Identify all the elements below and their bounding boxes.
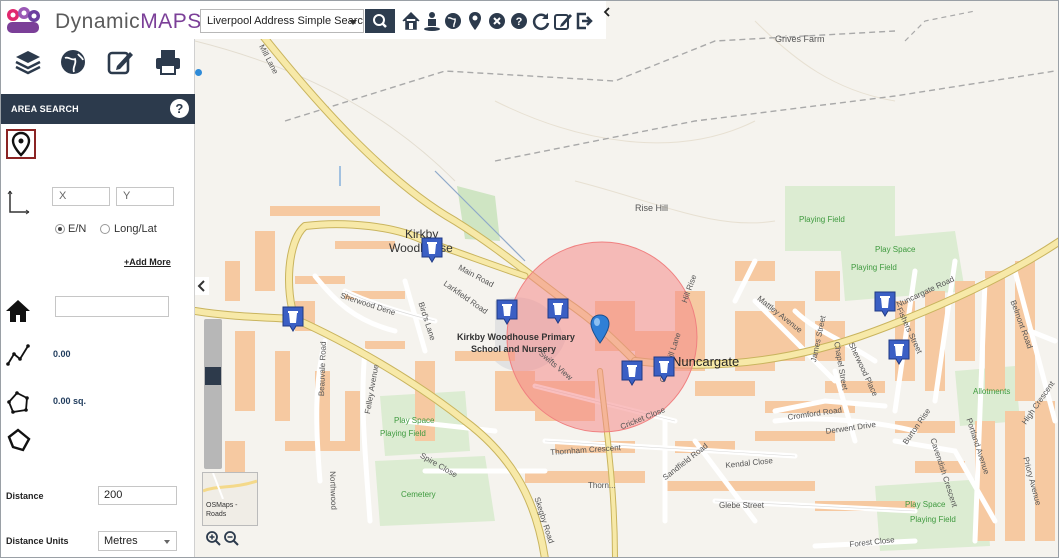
app-title: DynamicMAPS [55, 10, 202, 34]
add-more-link[interactable]: +Add More [124, 257, 171, 267]
zoom-in-icon[interactable] [206, 531, 221, 546]
zoom-slider-thumb[interactable] [205, 367, 221, 385]
top-toolbar: DynamicMAPS Liverpool Address Simple Sea… [1, 1, 610, 39]
map-label-thorn: Thorn... [588, 481, 616, 490]
recycling-point-icon[interactable] [496, 299, 518, 325]
map-label-playing-field-2: Playing Field [851, 263, 897, 272]
recycling-point-icon[interactable] [653, 356, 675, 382]
map-label-play-space-2: Play Space [394, 416, 435, 425]
scroll-indicator [195, 69, 202, 76]
map-label-play-space-1: Play Space [875, 245, 916, 254]
map-label-allotments: Allotments [973, 387, 1011, 396]
draw-polygon-icon[interactable] [6, 427, 32, 453]
help-circle-icon[interactable]: ? [509, 10, 529, 32]
map-label-school-line1: Kirkby Woodhouse Primary [457, 332, 575, 342]
edit-icon[interactable] [553, 10, 573, 32]
coordinates-axis-icon [7, 190, 30, 215]
zoom-buttons [206, 531, 239, 546]
address-input[interactable] [55, 296, 169, 317]
map-label-glebe-street: Glebe Street [719, 501, 764, 510]
place-pin-button[interactable] [6, 129, 36, 159]
map-label-beauvale-road: Beauvale Road [317, 341, 328, 397]
map-label-playing-field-1: Playing Field [799, 215, 845, 224]
y-coordinate-input[interactable]: Y [116, 187, 174, 206]
distance-units-label: Distance Units [6, 536, 69, 546]
help-button[interactable]: ? [170, 99, 189, 118]
area-search-title: AREA SEARCH [11, 104, 79, 114]
basemap-thumbnail [203, 473, 257, 499]
map-label-playing-field-4: Playing Field [910, 515, 956, 524]
distance-input[interactable]: 200 [98, 486, 177, 505]
app-title-maps: MAPS [140, 10, 202, 33]
map-view[interactable]: Grives Farm Mill Lane Rise Hill Kirkby W… [195, 1, 1058, 557]
measure-polygon-icon[interactable] [5, 390, 31, 416]
recycling-point-icon[interactable] [421, 237, 443, 263]
globe-icon[interactable] [443, 10, 463, 32]
map-label-grives-farm: Grives Farm [775, 34, 825, 44]
collapse-panel-icon[interactable] [195, 277, 209, 295]
home-icon[interactable] [5, 298, 31, 324]
search-icon [373, 14, 387, 28]
basemap-switcher[interactable]: OSMaps - Roads [202, 472, 258, 526]
radio-longlat-label: Long/Lat [114, 223, 157, 235]
radio-en[interactable] [55, 224, 65, 234]
zoom-slider[interactable] [204, 319, 222, 469]
recycling-point-icon[interactable] [547, 298, 569, 324]
edit-icon[interactable] [106, 47, 136, 77]
radio-longlat[interactable] [100, 224, 110, 234]
map-label-nuncargate: Nuncargate [672, 354, 740, 369]
location-pin-icon[interactable] [465, 10, 485, 32]
close-circle-icon[interactable] [487, 10, 507, 32]
distance-units-value: Metres [104, 535, 138, 547]
x-coordinate-input[interactable]: X [52, 187, 110, 206]
svg-text:?: ? [516, 16, 523, 28]
map-label-playing-field-3: Playing Field [380, 429, 426, 438]
measure-line-icon[interactable] [6, 342, 32, 368]
layers-icon[interactable] [13, 47, 43, 77]
logo-people-icon [7, 7, 40, 33]
recycling-point-icon[interactable] [621, 360, 643, 386]
map-label-rise-hill: Rise Hill [635, 203, 669, 213]
map-label-cemetery: Cemetery [401, 490, 436, 499]
location-marker-icon[interactable] [590, 314, 610, 344]
chevron-down-icon [349, 20, 357, 25]
search-type-select[interactable]: Liverpool Address Simple Search [200, 9, 364, 33]
distance-label: Distance [6, 491, 44, 501]
app-window: Grives Farm Mill Lane Rise Hill Kirkby W… [0, 0, 1059, 558]
app-logo: DynamicMAPS [5, 7, 201, 35]
polygon-measure-value: 0.00 sq. [53, 396, 87, 406]
location-pin-icon [11, 131, 31, 157]
zoom-out-icon[interactable] [224, 531, 239, 546]
map-canvas [195, 1, 1058, 557]
area-search-panel: AREA SEARCH ? X Y E/N Long/Lat +Add More… [1, 39, 195, 557]
line-measure-value: 0.00 [53, 349, 71, 359]
recycling-point-icon[interactable] [888, 339, 910, 365]
search-type-value: Liverpool Address Simple Search [207, 15, 364, 27]
map-label-northwood: Northwood [328, 471, 339, 510]
basemap-label: OSMaps - Roads [206, 502, 238, 518]
collapse-toolbar-icon[interactable] [603, 7, 611, 17]
app-title-dynamic: Dynamic [55, 10, 141, 33]
print-icon[interactable] [153, 47, 183, 77]
search-button[interactable] [365, 9, 395, 33]
logout-icon[interactable] [575, 10, 595, 32]
distance-units-select[interactable]: Metres [98, 531, 177, 551]
person-icon[interactable] [422, 10, 442, 32]
refresh-icon[interactable] [531, 10, 551, 32]
home-icon[interactable] [401, 10, 421, 32]
recycling-point-icon[interactable] [282, 306, 304, 332]
panel-tabs [1, 47, 195, 87]
recycling-point-icon[interactable] [874, 291, 896, 317]
area-search-header: AREA SEARCH ? [1, 94, 195, 124]
map-label-play-space-3: Play Space [905, 500, 946, 509]
globe-icon[interactable] [58, 47, 88, 77]
radio-en-label: E/N [68, 223, 87, 235]
chevron-down-icon [164, 540, 170, 544]
